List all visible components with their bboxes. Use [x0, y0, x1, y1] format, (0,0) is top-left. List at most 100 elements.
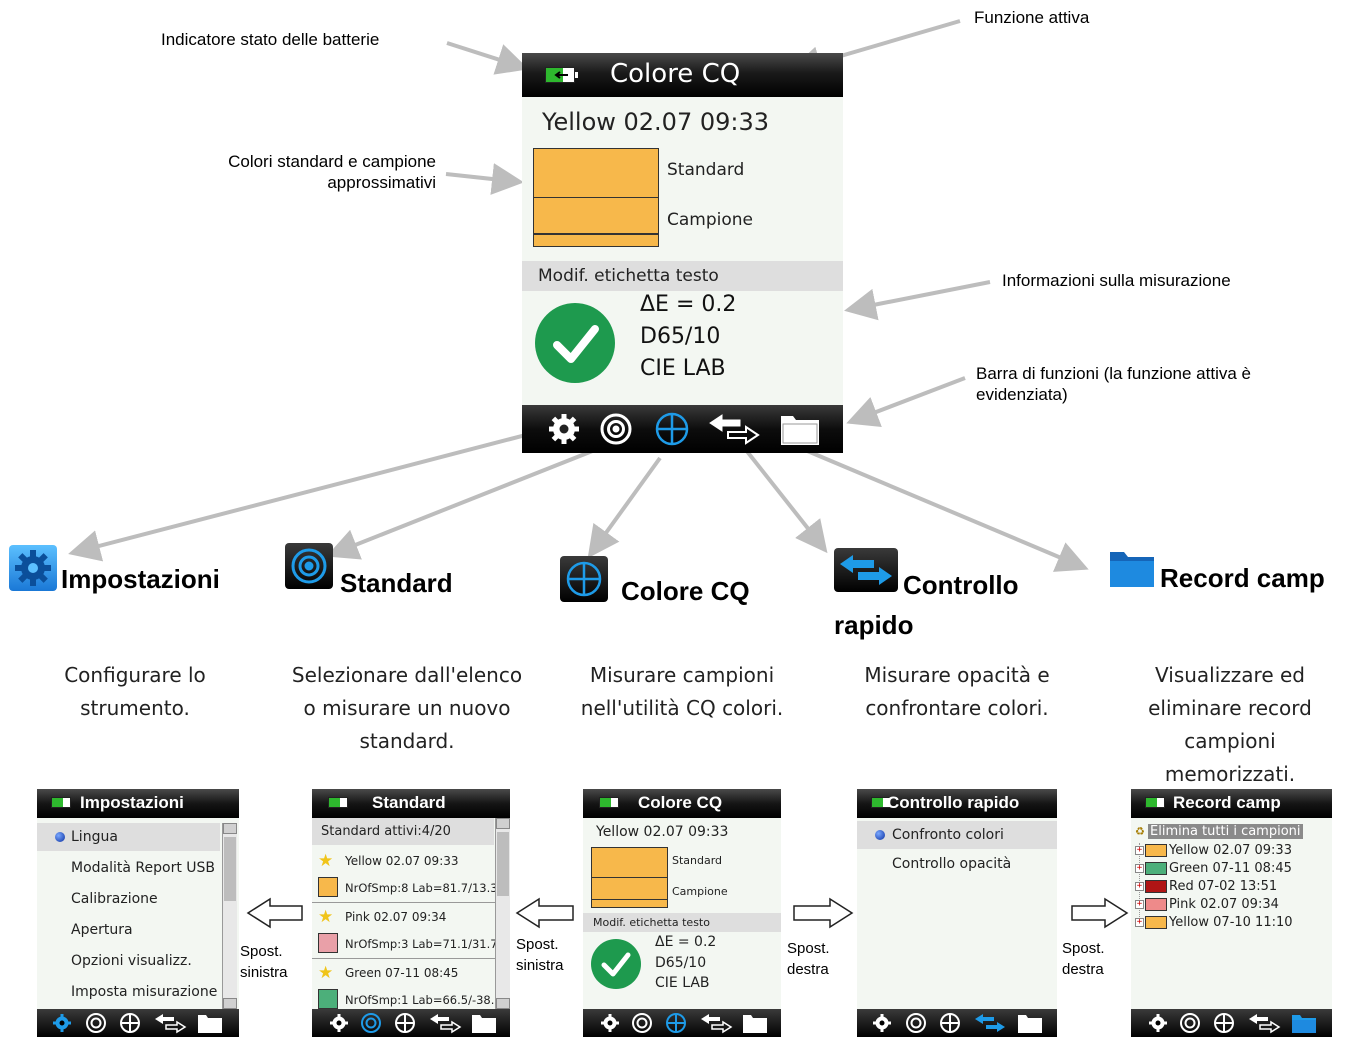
battery-icon	[545, 67, 578, 83]
screen-title: Colore CQ	[610, 59, 741, 89]
target-icon	[1180, 1013, 1200, 1033]
record-item[interactable]: Green 07-11 08:45	[1169, 861, 1292, 876]
expand-icon[interactable]: +	[1135, 846, 1144, 855]
pass-check-icon	[535, 303, 615, 383]
menu-item-misurazione[interactable]: Imposta misurazione	[71, 984, 217, 1000]
crosshair-icon	[666, 1013, 686, 1033]
feature-title-controllo-rapido-1: Controllo	[903, 570, 1019, 600]
menu-item-confronto[interactable]: Confronto colori	[892, 827, 1004, 843]
standard-item-name[interactable]: Pink 02.07 09:34	[345, 910, 446, 924]
folder-icon	[472, 1015, 496, 1033]
screen-standard: Standard Standard attivi:4/20 ★ Yellow 0…	[312, 789, 510, 1037]
menu-item-apertura[interactable]: Apertura	[71, 922, 133, 938]
feature-title-controllo-rapido-2: rapido	[834, 610, 914, 640]
standard-item-name[interactable]: Yellow 02.07 09:33	[345, 854, 459, 868]
gear-icon	[601, 1014, 619, 1032]
delete-all-button[interactable]: Elimina tutti i campioni	[1148, 824, 1303, 839]
sample-swatch	[591, 877, 668, 908]
expand-icon[interactable]: +	[1135, 882, 1144, 891]
function-bar	[1131, 1009, 1332, 1037]
gear-icon	[9, 545, 57, 591]
folder-icon	[1018, 1015, 1042, 1033]
illuminant-value: D65/10	[655, 955, 707, 971]
function-bar	[522, 405, 843, 453]
function-bar	[857, 1009, 1057, 1037]
star-icon: ★	[318, 963, 334, 982]
menu-item-opzioni[interactable]: Opzioni visualizz.	[71, 953, 192, 969]
illuminant-value: D65/10	[640, 324, 721, 349]
recycle-icon: ♻	[1135, 826, 1145, 838]
desc-colore-cq: Misurare campioni nell'utilità CQ colori…	[580, 663, 784, 720]
sample-name[interactable]: Yellow 02.07 09:33	[542, 108, 769, 136]
function-bar	[312, 1009, 510, 1037]
target-icon	[285, 543, 333, 589]
screen-title: Controllo rapido	[887, 793, 1020, 812]
edit-label-button[interactable]: Modif. etichetta testo	[522, 261, 843, 291]
arrows-icon	[709, 414, 760, 445]
menu-item-calibrazione[interactable]: Calibrazione	[71, 891, 158, 907]
nav-label-left-1: Spost. sinistra	[240, 943, 288, 981]
standard-item-info: NrOfSmp:8 Lab=81.7/13.3/4	[345, 881, 509, 895]
scrollbar[interactable]	[222, 823, 237, 1009]
pass-check-icon	[591, 939, 641, 989]
function-bar	[37, 1009, 239, 1037]
arrow-battery	[446, 41, 529, 75]
crosshair-icon	[1214, 1013, 1234, 1033]
arrow-controllo-rapido	[740, 443, 828, 554]
gear-icon	[549, 414, 579, 444]
nav-label-left-2: Spost. sinistra	[516, 936, 564, 974]
edit-label-text: Modif. etichetta testo	[593, 916, 710, 929]
sample-name[interactable]: Yellow 02.07 09:33	[596, 824, 728, 840]
record-swatch	[1145, 898, 1167, 911]
standard-header: Standard attivi:4/20	[321, 824, 451, 839]
target-icon	[906, 1013, 926, 1033]
arrows-icon	[701, 1014, 733, 1034]
nav-label-right-1: Spost. destra	[787, 940, 830, 978]
title-bar: Colore CQ	[522, 53, 843, 97]
record-item[interactable]: Yellow 07-10 11:10	[1169, 915, 1293, 930]
record-swatch	[1145, 844, 1167, 857]
crosshair-icon	[655, 412, 689, 446]
crosshair-icon	[940, 1013, 960, 1033]
folder-icon	[1292, 1015, 1316, 1033]
desc-controllo-rapido: Misurare opacità e confrontare colori.	[864, 663, 1050, 720]
menu-item-opacita[interactable]: Controllo opacità	[892, 856, 1011, 872]
record-item[interactable]: Pink 02.07 09:34	[1169, 897, 1279, 912]
sample-label: Campione	[667, 210, 753, 230]
target-icon	[632, 1013, 652, 1033]
gear-icon	[873, 1014, 891, 1032]
expand-icon[interactable]: +	[1135, 864, 1144, 873]
scrollbar[interactable]	[495, 818, 510, 1009]
standard-swatch	[591, 847, 668, 878]
battery-icon	[1145, 797, 1165, 808]
record-swatch	[1145, 916, 1167, 929]
target-icon	[86, 1013, 106, 1033]
feature-title-standard: Standard	[340, 568, 453, 598]
screen-impostazioni: Impostazioni Lingua Modalità Report USB …	[37, 789, 239, 1037]
expand-icon[interactable]: +	[1135, 900, 1144, 909]
standard-label: Standard	[672, 854, 723, 867]
desc-standard: Selezionare dall'elenco o misurare un nu…	[291, 663, 523, 753]
arrow-measurement	[844, 280, 991, 321]
standard-item-name[interactable]: Green 07-11 08:45	[345, 966, 458, 980]
edit-label-text: Modif. etichetta testo	[538, 266, 719, 286]
sample-swatch	[533, 197, 659, 247]
device-screen: Colore CQ Yellow 02.07 09:33 Standard Ca…	[522, 53, 843, 453]
record-item[interactable]: Yellow 02.07 09:33	[1169, 843, 1292, 858]
folder-icon	[743, 1015, 767, 1033]
menu-item-lingua[interactable]: Lingua	[71, 829, 118, 845]
record-item[interactable]: Red 07-02 13:51	[1169, 879, 1277, 894]
expand-icon[interactable]: +	[1135, 918, 1144, 927]
menu-item-usb[interactable]: Modalità Report USB	[71, 860, 215, 876]
battery-icon	[51, 797, 71, 808]
standard-swatch	[318, 933, 338, 953]
gear-icon	[53, 1014, 71, 1032]
sample-label: Campione	[672, 885, 728, 898]
standard-swatch	[318, 877, 338, 897]
delta-e-value: ΔE = 0.2	[640, 292, 737, 317]
arrows-icon	[155, 1014, 187, 1034]
gear-icon	[330, 1014, 348, 1032]
folder-icon	[1108, 549, 1156, 589]
arrow-colore-cq	[587, 456, 662, 559]
function-bar	[583, 1009, 781, 1037]
